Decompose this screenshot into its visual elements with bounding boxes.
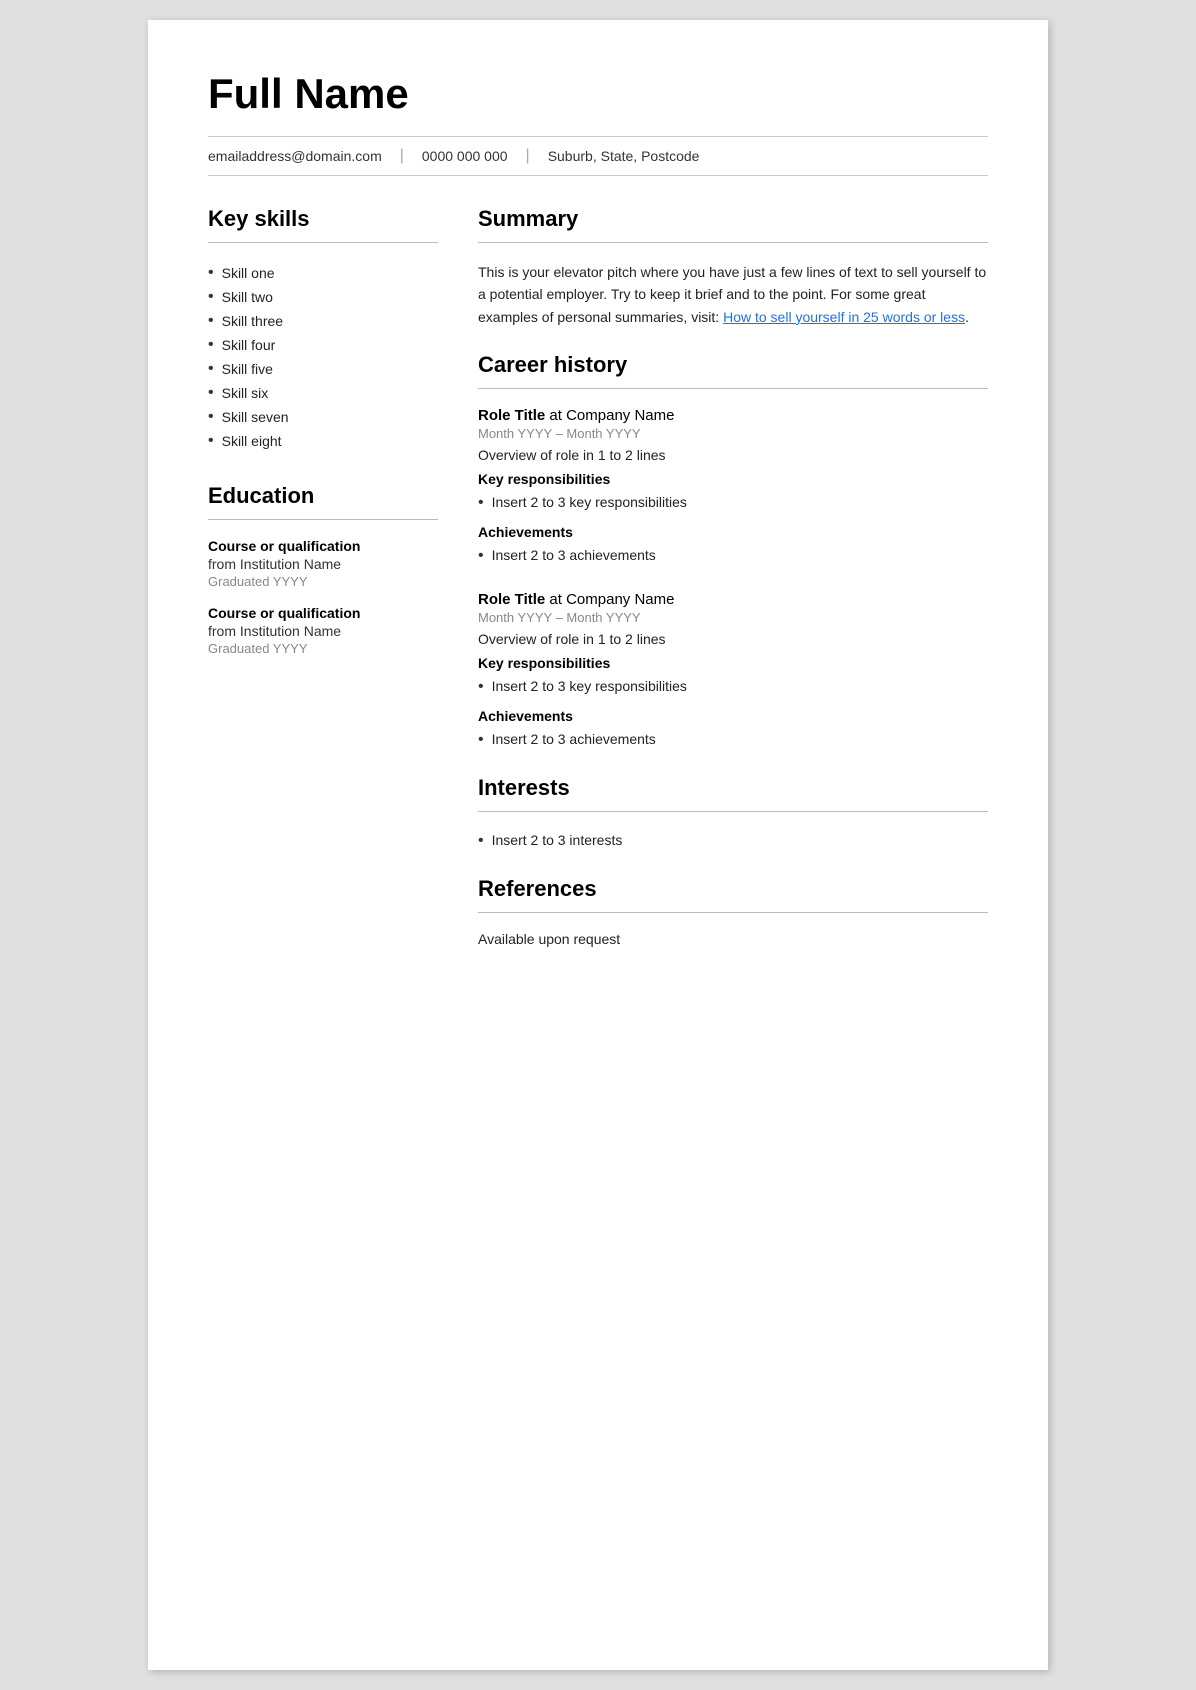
education-list: Course or qualification from Institution …	[208, 538, 438, 656]
achievement-item: Insert 2 to 3 achievements	[478, 729, 988, 751]
email: emailaddress@domain.com	[208, 148, 400, 164]
separator-1: |	[400, 147, 404, 165]
resume-page: Full Name emailaddress@domain.com | 0000…	[148, 20, 1048, 1670]
summary-text: This is your elevator pitch where you ha…	[478, 261, 988, 328]
skill-item: Skill seven	[208, 405, 438, 429]
edu-graduated: Graduated YYYY	[208, 641, 438, 656]
career-role-line: Role Title at Company Name	[478, 591, 988, 608]
responsibility-item: Insert 2 to 3 key responsibilities	[478, 676, 988, 698]
skill-item: Skill six	[208, 381, 438, 405]
references-section: References Available upon request	[478, 876, 988, 947]
skill-item: Skill two	[208, 285, 438, 309]
edu-institution: from Institution Name	[208, 556, 438, 572]
skill-item: Skill five	[208, 357, 438, 381]
skill-item: Skill three	[208, 309, 438, 333]
skills-divider	[208, 242, 438, 243]
career-overview: Overview of role in 1 to 2 lines	[478, 447, 988, 463]
edu-institution: from Institution Name	[208, 623, 438, 639]
full-name: Full Name	[208, 70, 988, 118]
interest-item: Insert 2 to 3 interests	[478, 830, 988, 852]
references-text: Available upon request	[478, 931, 988, 947]
career-role-bold: Role Title	[478, 591, 545, 608]
skill-item: Skill one	[208, 261, 438, 285]
career-section: Career history Role Title at Company Nam…	[478, 352, 988, 751]
summary-title: Summary	[478, 206, 988, 232]
location: Suburb, State, Postcode	[548, 148, 718, 164]
skills-title: Key skills	[208, 206, 438, 232]
references-title: References	[478, 876, 988, 902]
separator-2: |	[526, 147, 530, 165]
edu-graduated: Graduated YYYY	[208, 574, 438, 589]
skills-section: Key skills Skill oneSkill twoSkill three…	[208, 206, 438, 453]
career-achievements-title: Achievements	[478, 708, 988, 724]
main-content: Key skills Skill oneSkill twoSkill three…	[208, 206, 988, 957]
career-role-bold: Role Title	[478, 407, 545, 424]
career-responsibilities-title: Key responsibilities	[478, 471, 988, 487]
education-entry-1: Course or qualification from Institution …	[208, 605, 438, 656]
career-title: Career history	[478, 352, 988, 378]
interests-list: Insert 2 to 3 interests	[478, 830, 988, 852]
edu-course: Course or qualification	[208, 605, 438, 621]
career-achievements-list: Insert 2 to 3 achievements	[478, 729, 988, 751]
edu-course: Course or qualification	[208, 538, 438, 554]
career-role-line: Role Title at Company Name	[478, 407, 988, 424]
summary-divider	[478, 242, 988, 243]
career-responsibilities-title: Key responsibilities	[478, 655, 988, 671]
references-divider	[478, 912, 988, 913]
career-company: at Company Name	[545, 407, 674, 424]
career-dates: Month YYYY – Month YYYY	[478, 610, 988, 625]
career-entry-1: Role Title at Company Name Month YYYY – M…	[478, 591, 988, 751]
career-achievements-title: Achievements	[478, 524, 988, 540]
education-divider	[208, 519, 438, 520]
education-entry-0: Course or qualification from Institution …	[208, 538, 438, 589]
career-responsibilities-list: Insert 2 to 3 key responsibilities	[478, 492, 988, 514]
education-title: Education	[208, 483, 438, 509]
phone: 0000 000 000	[422, 148, 526, 164]
summary-suffix: .	[965, 309, 969, 325]
career-list: Role Title at Company Name Month YYYY – M…	[478, 407, 988, 751]
achievement-item: Insert 2 to 3 achievements	[478, 545, 988, 567]
right-column: Summary This is your elevator pitch wher…	[478, 206, 988, 957]
skill-item: Skill eight	[208, 429, 438, 453]
interests-section: Interests Insert 2 to 3 interests	[478, 775, 988, 852]
career-dates: Month YYYY – Month YYYY	[478, 426, 988, 441]
career-overview: Overview of role in 1 to 2 lines	[478, 631, 988, 647]
education-section: Education Course or qualification from In…	[208, 483, 438, 656]
responsibility-item: Insert 2 to 3 key responsibilities	[478, 492, 988, 514]
left-column: Key skills Skill oneSkill twoSkill three…	[208, 206, 438, 957]
interests-divider	[478, 811, 988, 812]
skills-list: Skill oneSkill twoSkill threeSkill fourS…	[208, 261, 438, 453]
career-achievements-list: Insert 2 to 3 achievements	[478, 545, 988, 567]
skill-item: Skill four	[208, 333, 438, 357]
career-entry-0: Role Title at Company Name Month YYYY – M…	[478, 407, 988, 567]
contact-bar: emailaddress@domain.com | 0000 000 000 |…	[208, 136, 988, 176]
interests-title: Interests	[478, 775, 988, 801]
summary-link[interactable]: How to sell yourself in 25 words or less	[723, 309, 965, 325]
career-company: at Company Name	[545, 591, 674, 608]
summary-section: Summary This is your elevator pitch wher…	[478, 206, 988, 328]
career-responsibilities-list: Insert 2 to 3 key responsibilities	[478, 676, 988, 698]
career-divider	[478, 388, 988, 389]
